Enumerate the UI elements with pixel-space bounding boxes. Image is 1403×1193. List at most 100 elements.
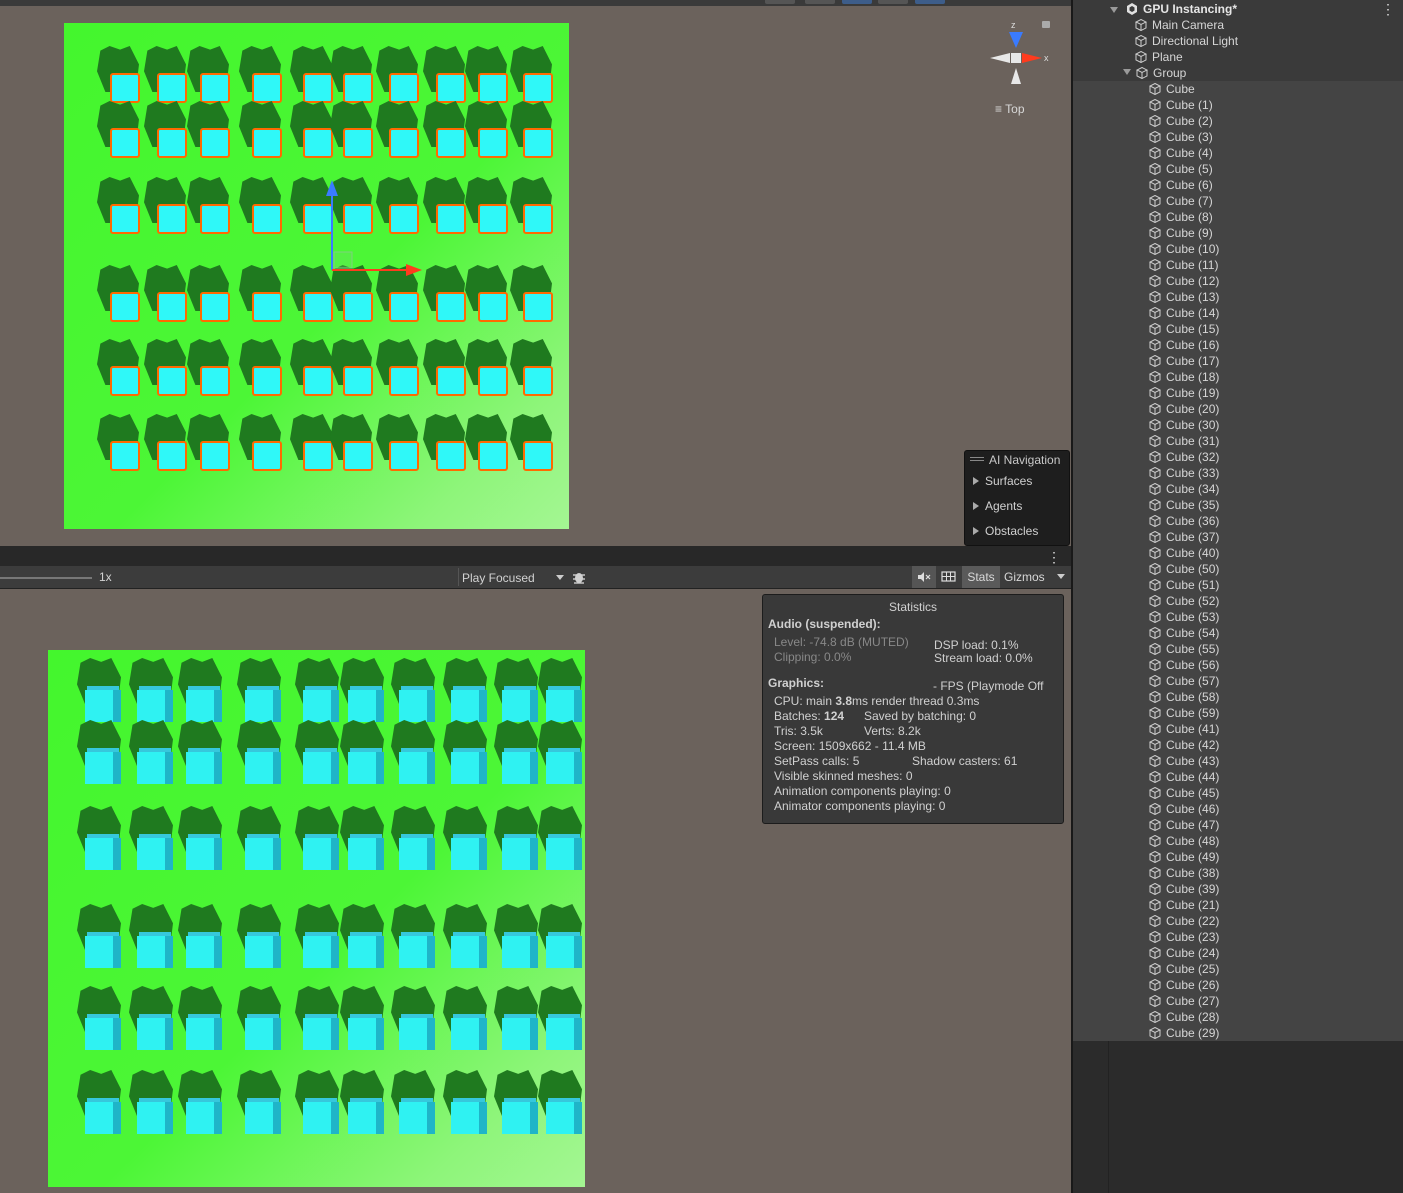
selected-cube[interactable] <box>523 366 553 396</box>
hierarchy-item-group[interactable]: Group <box>1123 65 1186 81</box>
ai-nav-item-obstacles[interactable]: Obstacles <box>965 519 1069 544</box>
chevron-down-icon[interactable] <box>1057 574 1065 579</box>
hierarchy-item-cube[interactable]: Cube (44) <box>1149 769 1219 785</box>
hierarchy-item-cube[interactable]: Cube (4) <box>1149 145 1213 161</box>
selected-cube[interactable] <box>110 128 140 158</box>
selected-cube[interactable] <box>389 73 419 103</box>
selected-cube[interactable] <box>478 204 508 234</box>
mute-audio-button[interactable] <box>912 566 936 588</box>
selected-cube[interactable] <box>343 73 373 103</box>
toolbar-tab[interactable] <box>878 0 908 4</box>
selected-cube[interactable] <box>523 441 553 471</box>
selected-cube[interactable] <box>436 441 466 471</box>
hierarchy-item-cube[interactable]: Cube (52) <box>1149 593 1219 609</box>
hierarchy-item-cube[interactable]: Cube (54) <box>1149 625 1219 641</box>
selected-cube[interactable] <box>389 128 419 158</box>
hierarchy-item-cube[interactable]: Cube (3) <box>1149 129 1213 145</box>
selected-cube[interactable] <box>303 292 333 322</box>
ai-nav-item-agents[interactable]: Agents <box>965 494 1069 519</box>
selected-cube[interactable] <box>200 292 230 322</box>
hierarchy-item-cube[interactable]: Cube (15) <box>1149 321 1219 337</box>
play-mode-dropdown[interactable]: Play Focused <box>458 568 567 586</box>
hierarchy-item-cube[interactable]: Cube (33) <box>1149 465 1219 481</box>
hierarchy-item-cube[interactable]: Cube (22) <box>1149 913 1219 929</box>
more-options-icon[interactable]: ⋮ <box>1381 1 1395 18</box>
hierarchy-item-cube[interactable]: Cube (58) <box>1149 689 1219 705</box>
hierarchy-item-cube[interactable]: Cube (48) <box>1149 833 1219 849</box>
hierarchy-item-cube[interactable]: Cube (31) <box>1149 433 1219 449</box>
hierarchy-item-cube[interactable]: Cube (2) <box>1149 113 1213 129</box>
selected-cube[interactable] <box>436 204 466 234</box>
selected-cube[interactable] <box>436 292 466 322</box>
selected-cube[interactable] <box>110 441 140 471</box>
hierarchy-item-cube[interactable]: Cube (42) <box>1149 737 1219 753</box>
hierarchy-item-cube[interactable]: Cube (11) <box>1149 257 1218 273</box>
hierarchy-item-cube[interactable]: Cube (16) <box>1149 337 1219 353</box>
hierarchy-item-main-camera[interactable]: Main Camera <box>1135 17 1224 33</box>
selected-cube[interactable] <box>200 128 230 158</box>
hierarchy-item-cube[interactable]: Cube (12) <box>1149 273 1219 289</box>
selected-cube[interactable] <box>343 128 373 158</box>
selected-cube[interactable] <box>200 366 230 396</box>
selected-cube[interactable] <box>523 292 553 322</box>
hierarchy-item-cube[interactable]: Cube (29) <box>1149 1025 1219 1041</box>
selected-cube[interactable] <box>252 128 282 158</box>
selected-cube[interactable] <box>436 73 466 103</box>
selected-cube[interactable] <box>110 366 140 396</box>
hierarchy-item-cube[interactable]: Cube (40) <box>1149 545 1219 561</box>
selected-cube[interactable] <box>252 204 282 234</box>
hierarchy-item-cube[interactable]: Cube (6) <box>1149 177 1213 193</box>
hierarchy-item-cube[interactable]: Cube (35) <box>1149 497 1219 513</box>
selected-cube[interactable] <box>157 204 187 234</box>
fold-arrow-icon[interactable] <box>1110 7 1118 13</box>
scale-slider[interactable] <box>0 577 92 579</box>
hierarchy-item-cube[interactable]: Cube (14) <box>1149 305 1219 321</box>
selected-cube[interactable] <box>303 366 333 396</box>
hierarchy-item-cube[interactable]: Cube (51) <box>1149 577 1219 593</box>
selected-cube[interactable] <box>303 73 333 103</box>
selected-cube[interactable] <box>252 366 282 396</box>
hierarchy-item-cube[interactable]: Cube (49) <box>1149 849 1219 865</box>
hierarchy-item-cube[interactable]: Cube (8) <box>1149 209 1213 225</box>
hierarchy-item-cube[interactable]: Cube (55) <box>1149 641 1219 657</box>
hierarchy-item-cube[interactable]: Cube (25) <box>1149 961 1219 977</box>
hierarchy-item-cube[interactable]: Cube (23) <box>1149 929 1219 945</box>
hierarchy-item-cube[interactable]: Cube (36) <box>1149 513 1219 529</box>
hierarchy-item-cube[interactable]: Cube (45) <box>1149 785 1219 801</box>
selected-cube[interactable] <box>157 73 187 103</box>
selected-cube[interactable] <box>200 441 230 471</box>
selected-cube[interactable] <box>303 441 333 471</box>
hierarchy-item-cube[interactable]: Cube (56) <box>1149 657 1219 673</box>
hierarchy-item-cube[interactable]: Cube (43) <box>1149 753 1219 769</box>
hierarchy-item-cube[interactable]: Cube (21) <box>1149 897 1219 913</box>
hierarchy-item-cube[interactable]: Cube <box>1149 81 1195 97</box>
hierarchy-item-cube[interactable]: Cube (30) <box>1149 417 1219 433</box>
selected-cube[interactable] <box>343 292 373 322</box>
selected-cube[interactable] <box>523 204 553 234</box>
hierarchy-item-cube[interactable]: Cube (7) <box>1149 193 1213 209</box>
hierarchy-item-cube[interactable]: Cube (32) <box>1149 449 1219 465</box>
selected-cube[interactable] <box>478 292 508 322</box>
selected-cube[interactable] <box>110 73 140 103</box>
hierarchy-item-cube[interactable]: Cube (41) <box>1149 721 1219 737</box>
hierarchy-item-cube[interactable]: Cube (19) <box>1149 385 1219 401</box>
hierarchy-item-cube[interactable]: Cube (27) <box>1149 993 1219 1009</box>
toolbar-tab[interactable] <box>765 0 795 4</box>
selected-cube[interactable] <box>478 366 508 396</box>
selected-cube[interactable] <box>478 73 508 103</box>
hierarchy-item-cube[interactable]: Cube (17) <box>1149 353 1219 369</box>
stats-toggle-button[interactable]: Stats <box>962 566 1000 588</box>
selected-cube[interactable] <box>110 204 140 234</box>
hierarchy-item-plane[interactable]: Plane <box>1135 49 1183 65</box>
hierarchy-item-cube[interactable]: Cube (20) <box>1149 401 1219 417</box>
hierarchy-item-cube[interactable]: Cube (10) <box>1149 241 1219 257</box>
hierarchy-item-cube[interactable]: Cube (28) <box>1149 1009 1219 1025</box>
selected-cube[interactable] <box>252 441 282 471</box>
keyboard-shortcuts-button[interactable] <box>938 566 960 588</box>
selected-cube[interactable] <box>110 292 140 322</box>
hierarchy-item-cube[interactable]: Cube (34) <box>1149 481 1219 497</box>
bug-icon[interactable] <box>571 569 587 585</box>
toolbar-tab[interactable] <box>805 0 835 4</box>
hierarchy-item-cube[interactable]: Cube (50) <box>1149 561 1219 577</box>
hierarchy-item-cube[interactable]: Cube (38) <box>1149 865 1219 881</box>
